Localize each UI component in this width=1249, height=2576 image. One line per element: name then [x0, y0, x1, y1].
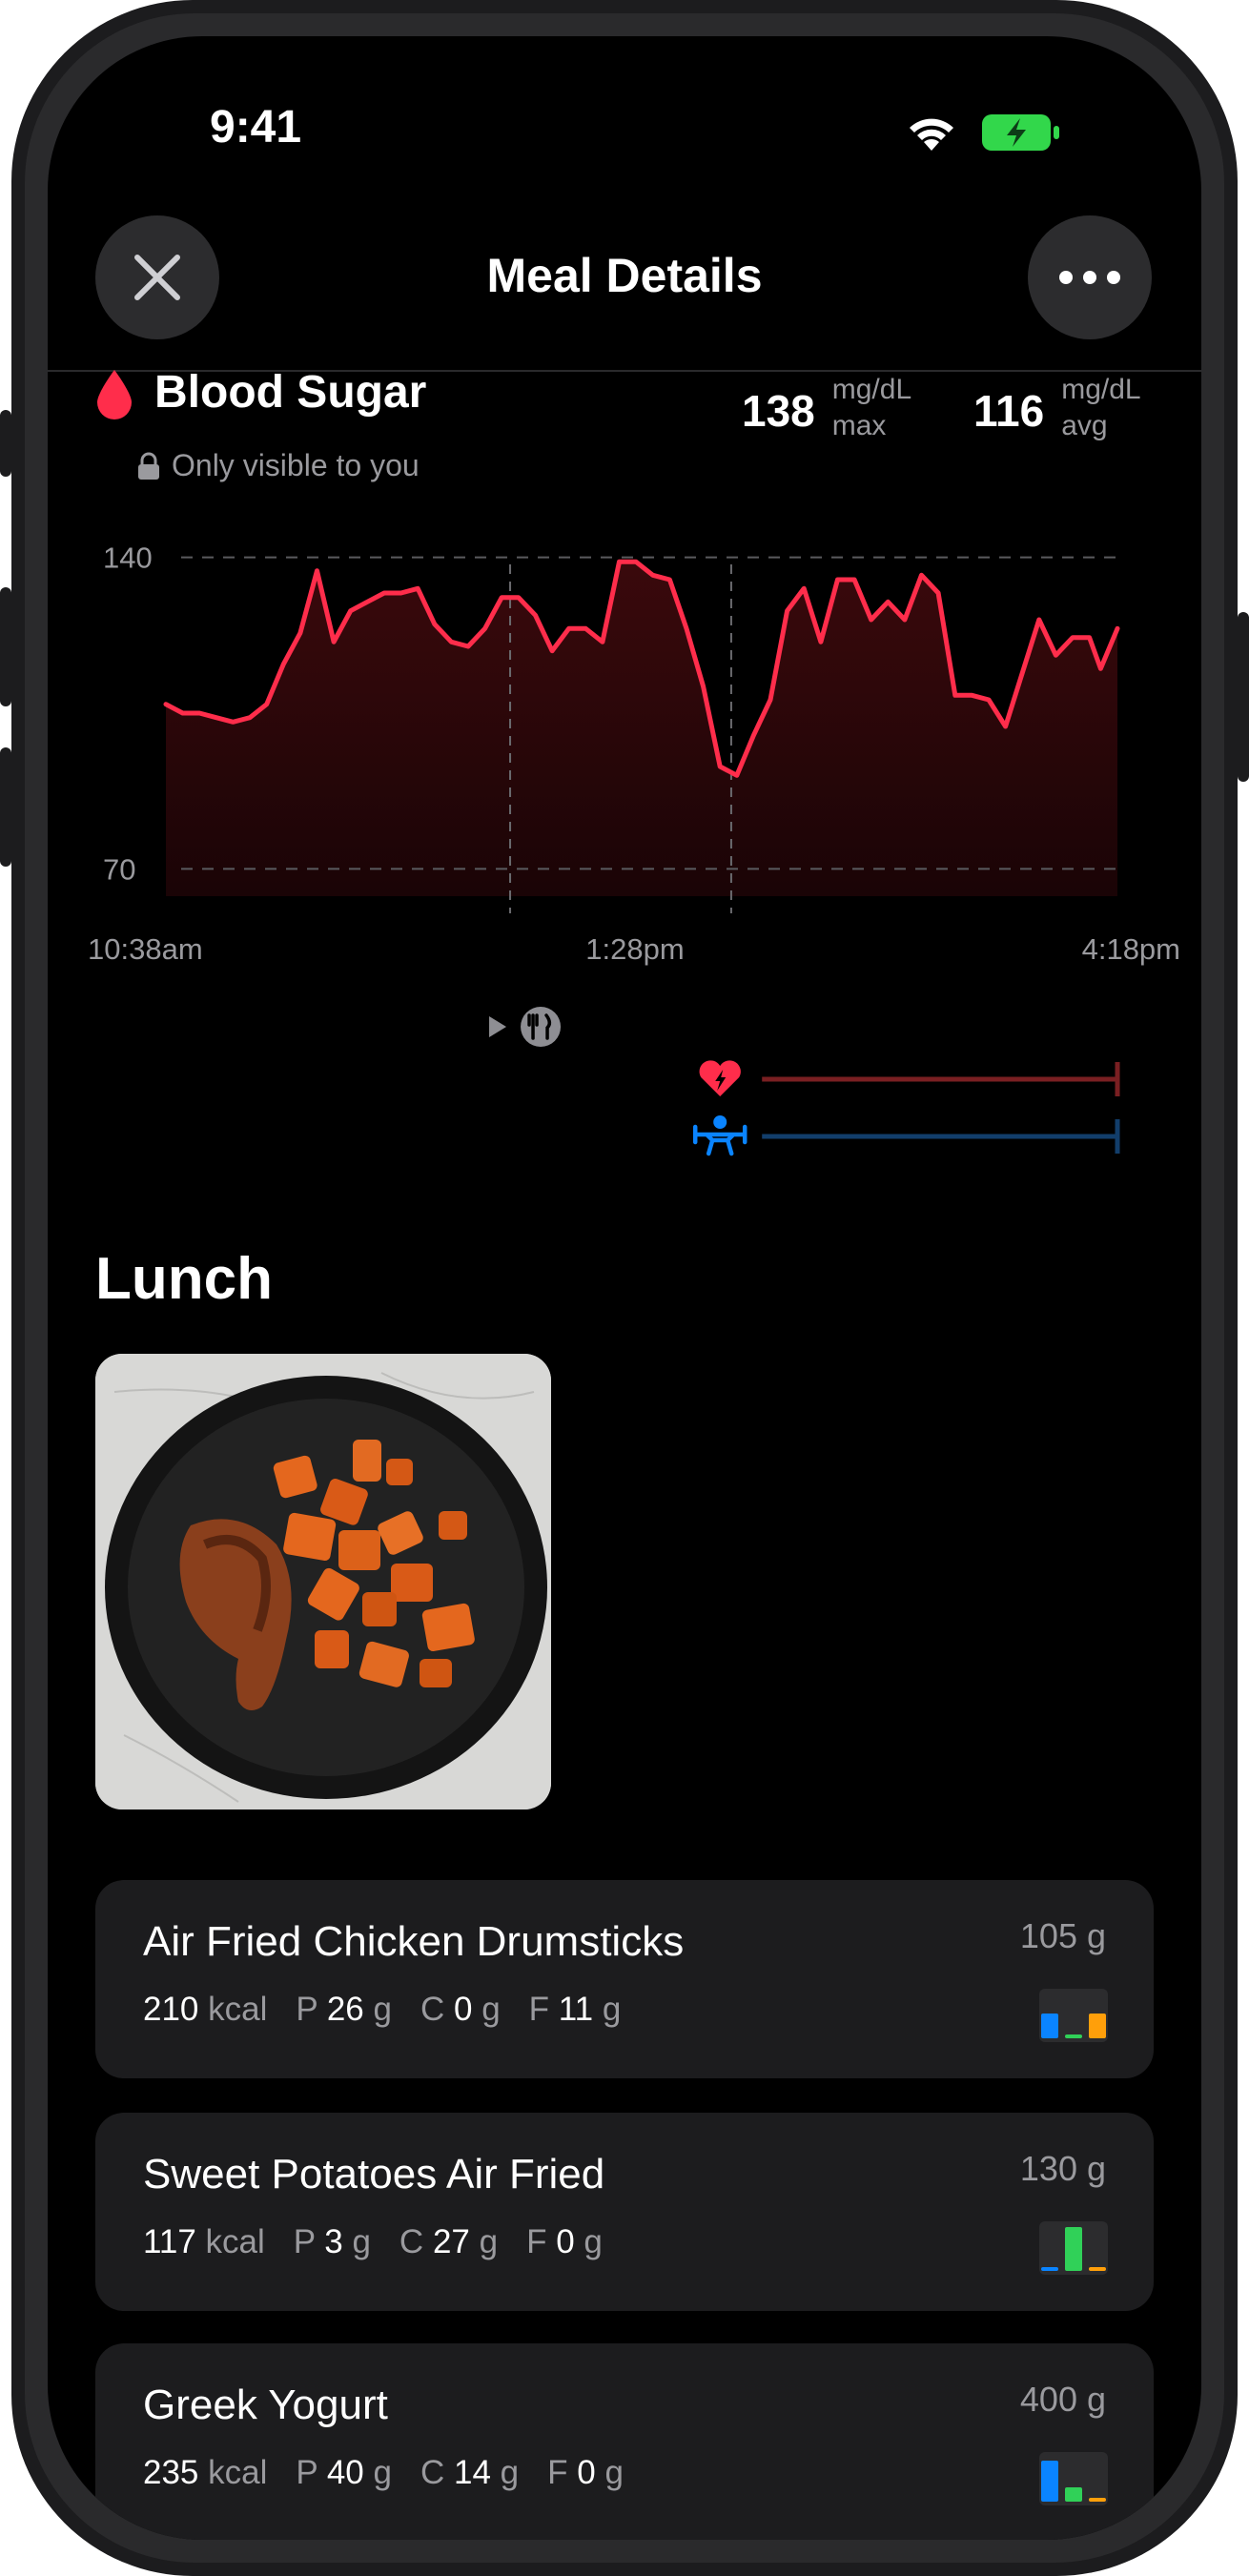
privacy-note-text: Only visible to you [172, 448, 420, 482]
app-screen: 9:41 Meal Details Blood Sugar Only visib… [48, 36, 1201, 2540]
fat-value: 11 [558, 1991, 594, 2028]
protein-bar [1041, 2461, 1058, 2502]
max-stat: 138 mg/dL max [742, 372, 911, 444]
fat-label: F [528, 1991, 550, 2028]
privacy-note: Only visible to you [137, 448, 420, 483]
kcal-value: 210 [143, 1991, 199, 2028]
x-tick-label: 1:28pm [585, 932, 684, 966]
x-tick-label: 10:38am [88, 932, 203, 966]
play-triangle-icon [489, 1016, 507, 1037]
carbs-bar [1065, 2227, 1082, 2271]
silent-switch [0, 410, 11, 477]
protein-value: 40 [326, 2454, 364, 2491]
fat-unit: g [604, 2454, 624, 2491]
y-tick-label: 70 [103, 852, 135, 886]
protein-bar [1041, 2014, 1058, 2038]
meal-photo[interactable] [95, 1354, 551, 1809]
fat-bar [1089, 2267, 1106, 2271]
carbs-unit: g [479, 2223, 499, 2260]
blood-sugar-chart[interactable]: 140 70 10:38am 1:28pm 4:18pm [48, 513, 1201, 1180]
macro-mini-chart [1039, 2452, 1108, 2505]
fat-bar [1089, 2014, 1106, 2038]
macro-mini-chart [1039, 1989, 1108, 2042]
carbs-bar [1065, 2487, 1082, 2502]
fat-value: 0 [556, 2223, 575, 2260]
fat-label: F [526, 2223, 547, 2260]
carbs-label: C [420, 2454, 445, 2491]
protein-unit: g [352, 2223, 371, 2260]
avg-stat: 116 mg/dL avg [973, 372, 1141, 444]
more-options-button[interactable] [1028, 215, 1152, 339]
protein-value: 26 [326, 1991, 364, 2028]
food-weight: 105 g [1019, 1916, 1106, 1955]
carbs-unit: g [481, 1991, 501, 2028]
status-time: 9:41 [210, 102, 302, 153]
carbs-value: 14 [454, 2454, 491, 2491]
food-weight: 400 g [1019, 2380, 1106, 2419]
food-name: Sweet Potatoes Air Fried [143, 2151, 605, 2198]
avg-unit: mg/dL [1061, 374, 1141, 405]
wifi-icon [906, 112, 957, 157]
carbs-value: 0 [454, 1991, 473, 2028]
avg-label: avg [1061, 410, 1108, 441]
food-name: Air Fried Chicken Drumsticks [143, 1918, 685, 1965]
food-macros: 117 kcal P 3 g C 27 g F 0 g [143, 2223, 603, 2261]
food-macros: 210 kcal P 26 g C 0 g F 11 g [143, 1991, 621, 2029]
fat-value: 0 [577, 2454, 596, 2491]
food-card[interactable]: Sweet Potatoes Air Fried 130 g 117 kcal … [95, 2113, 1154, 2311]
kcal-value: 117 [143, 2223, 196, 2260]
x-tick-label: 4:18pm [1082, 932, 1180, 966]
fat-label: F [547, 2454, 568, 2491]
food-name: Greek Yogurt [143, 2382, 388, 2428]
kcal-unit: kcal [205, 2223, 265, 2260]
y-tick-label: 140 [103, 542, 153, 575]
glucose-area [166, 562, 1117, 896]
volume-down-button [0, 747, 11, 867]
blood-sugar-title: Blood Sugar [154, 367, 427, 418]
protein-label: P [296, 1991, 318, 2028]
fat-unit: g [584, 2223, 603, 2260]
protein-unit: g [373, 1991, 392, 2028]
food-weight: 130 g [1019, 2149, 1106, 2188]
max-value: 138 [742, 386, 815, 436]
power-button [1238, 612, 1249, 782]
meal-title: Lunch [95, 1246, 273, 1312]
max-unit: mg/dL [831, 374, 912, 405]
kcal-unit: kcal [208, 2454, 268, 2491]
kcal-unit: kcal [208, 1991, 268, 2028]
protein-label: P [293, 2223, 316, 2260]
fork-knife-icon [521, 1007, 562, 1047]
food-macros: 235 kcal P 40 g C 14 g F 0 g [143, 2454, 624, 2492]
carbs-label: C [399, 2223, 424, 2260]
fat-bar [1089, 2498, 1106, 2502]
carbs-value: 27 [432, 2223, 470, 2260]
food-card[interactable]: Greek Yogurt 400 g 235 kcal P 40 g C 14 … [95, 2343, 1154, 2540]
kcal-value: 235 [143, 2454, 199, 2491]
avg-value: 116 [973, 386, 1045, 436]
weightlifter-icon [713, 1115, 727, 1129]
food-card[interactable]: Air Fried Chicken Drumsticks 105 g 210 k… [95, 1880, 1154, 2078]
battery-charging-icon [980, 111, 1062, 159]
max-label: max [831, 410, 887, 441]
protein-label: P [296, 2454, 318, 2491]
volume-up-button [0, 587, 11, 706]
ellipsis-icon [1059, 271, 1120, 284]
carbs-label: C [420, 1991, 445, 2028]
lock-icon [138, 452, 159, 480]
protein-unit: g [373, 2454, 392, 2491]
protein-value: 3 [324, 2223, 343, 2260]
carbs-unit: g [500, 2454, 520, 2491]
carbs-bar [1065, 2034, 1082, 2038]
protein-bar [1041, 2267, 1058, 2271]
macro-mini-chart [1039, 2221, 1108, 2275]
blood-drop-icon [95, 368, 133, 424]
weightlifter-glyph [692, 1124, 747, 1156]
fat-unit: g [602, 1991, 622, 2028]
